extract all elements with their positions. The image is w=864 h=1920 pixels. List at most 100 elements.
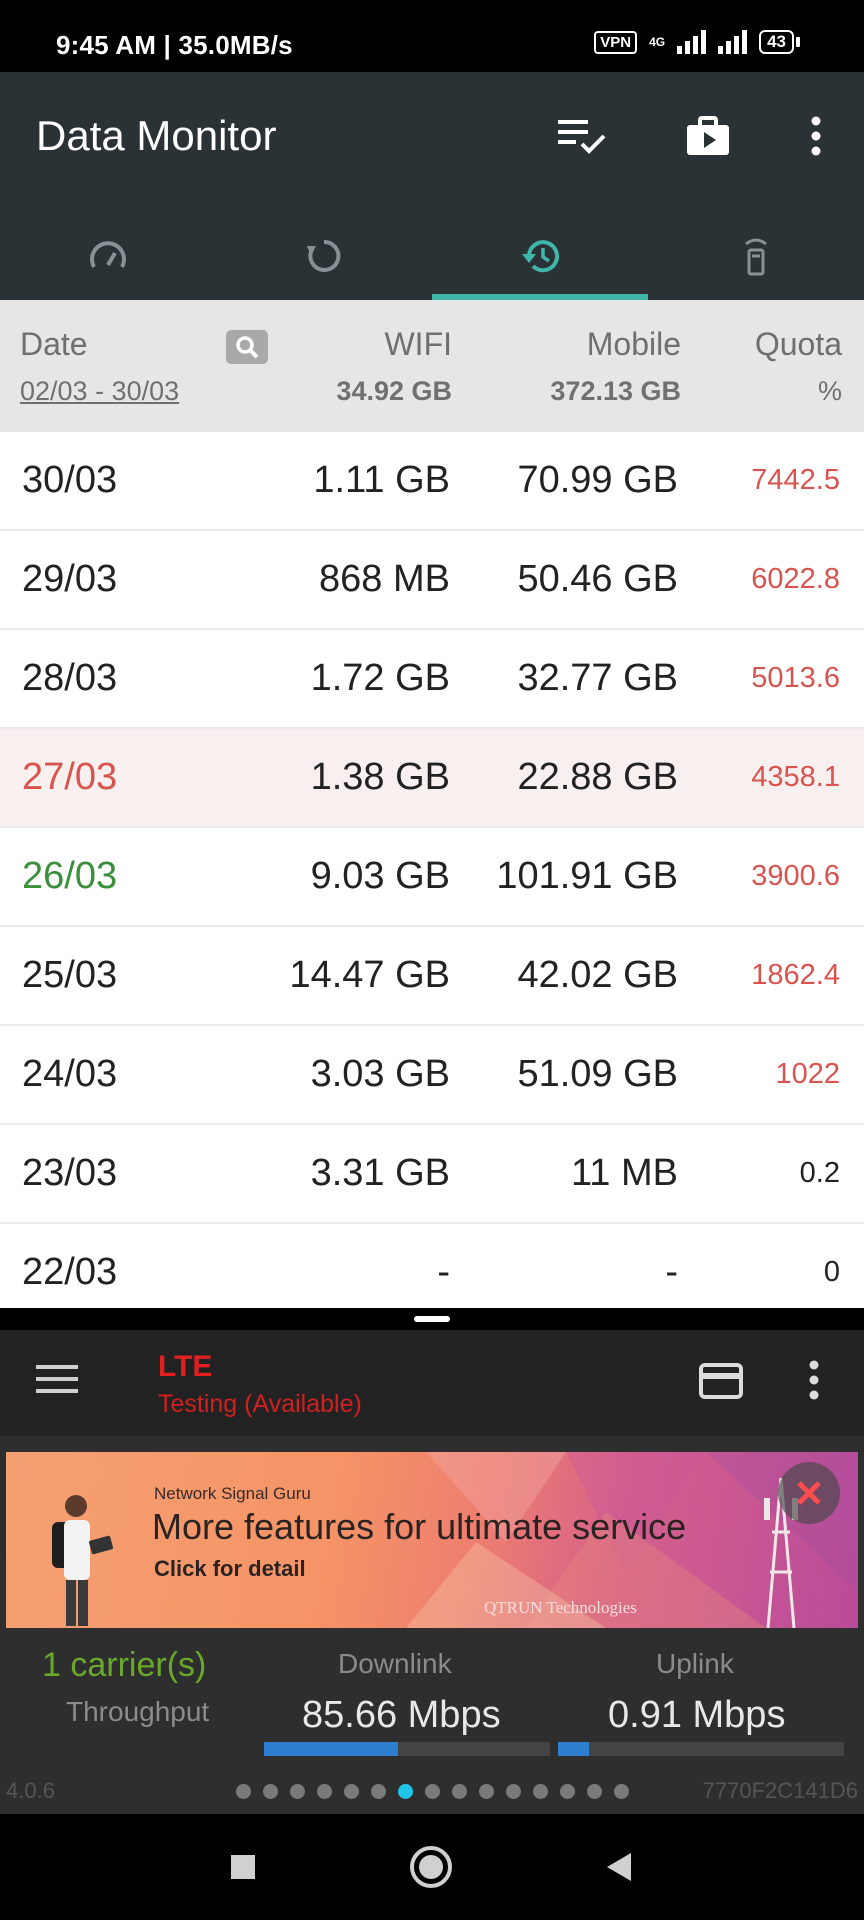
row-date: 27/03 bbox=[22, 756, 118, 798]
row-mobile: 11 MB bbox=[570, 1152, 678, 1194]
table-row[interactable]: 27/03 1.38 GB 22.88 GB 4358.1 bbox=[0, 729, 864, 828]
hamburger-menu-icon[interactable] bbox=[36, 1362, 80, 1401]
page-indicator[interactable] bbox=[236, 1784, 629, 1799]
date-range[interactable]: 02/03 - 30/03 bbox=[20, 376, 179, 407]
tab-history[interactable] bbox=[432, 212, 648, 300]
row-quota: 6022.8 bbox=[751, 563, 840, 595]
tab-refresh[interactable] bbox=[216, 212, 432, 300]
page-dot[interactable] bbox=[614, 1784, 629, 1799]
network-mode: LTE bbox=[158, 1350, 213, 1383]
signal-icon bbox=[677, 30, 707, 54]
table-row[interactable]: 22/03 - - 0 bbox=[0, 1224, 864, 1308]
throughput-label: Throughput bbox=[66, 1696, 210, 1727]
signal-app: LTE Testing (Available) Network Signal G… bbox=[0, 1330, 864, 1814]
signal-icon-2 bbox=[718, 30, 748, 54]
page-dot[interactable] bbox=[587, 1784, 602, 1799]
row-mobile: 51.09 GB bbox=[517, 1053, 678, 1095]
page-dot[interactable] bbox=[533, 1784, 548, 1799]
more-vert-icon[interactable] bbox=[788, 108, 844, 164]
table-row[interactable]: 25/03 14.47 GB 42.02 GB 1862.4 bbox=[0, 927, 864, 1026]
page-dot-active[interactable] bbox=[398, 1784, 413, 1799]
refresh-circle-icon bbox=[307, 239, 341, 272]
row-date: 22/03 bbox=[22, 1251, 118, 1293]
row-wifi: 9.03 GB bbox=[310, 855, 450, 897]
row-wifi: 1.72 GB bbox=[310, 657, 450, 699]
downlink-label: Downlink bbox=[338, 1648, 452, 1679]
row-quota: 1862.4 bbox=[751, 959, 840, 991]
row-quota: 5013.6 bbox=[751, 662, 840, 694]
downlink-value: 85.66 Mbps bbox=[302, 1694, 501, 1736]
row-date: 23/03 bbox=[22, 1152, 118, 1194]
page-dot[interactable] bbox=[371, 1784, 386, 1799]
header-wifi: WIFI bbox=[384, 326, 452, 362]
table-row[interactable]: 24/03 3.03 GB 51.09 GB 1022 bbox=[0, 1026, 864, 1125]
network-type: 4G bbox=[649, 35, 666, 49]
back-triangle-icon bbox=[607, 1853, 631, 1881]
test-status: Testing (Available) bbox=[158, 1390, 362, 1418]
recents-button[interactable] bbox=[218, 1842, 268, 1892]
table-row[interactable]: 26/03 9.03 GB 101.91 GB 3900.6 bbox=[0, 828, 864, 927]
home-button[interactable] bbox=[406, 1842, 456, 1892]
banner-headline: More features for ultimate service bbox=[152, 1506, 687, 1547]
row-quota: 0.2 bbox=[799, 1157, 840, 1189]
page-dot[interactable] bbox=[452, 1784, 467, 1799]
page-dot[interactable] bbox=[506, 1784, 521, 1799]
wifi-device-icon bbox=[745, 238, 767, 276]
banner-brand: QTRUN Technologies bbox=[484, 1598, 637, 1617]
row-date: 24/03 bbox=[22, 1053, 118, 1095]
signal-app-toolbar: LTE Testing (Available) bbox=[0, 1330, 864, 1436]
table-row[interactable]: 29/03 868 MB 50.46 GB 6022.8 bbox=[0, 531, 864, 630]
card-icon[interactable] bbox=[698, 1362, 744, 1405]
person-illustration bbox=[52, 1495, 113, 1626]
page-dot[interactable] bbox=[317, 1784, 332, 1799]
status-icons: VPN 4G 43 bbox=[594, 30, 800, 54]
row-wifi: 1.11 GB bbox=[313, 459, 450, 501]
page-dot[interactable] bbox=[290, 1784, 305, 1799]
uplink-value: 0.91 Mbps bbox=[608, 1694, 786, 1736]
row-date: 28/03 bbox=[22, 657, 118, 699]
page-dot[interactable] bbox=[479, 1784, 494, 1799]
row-mobile: - bbox=[665, 1251, 678, 1293]
split-handle[interactable] bbox=[414, 1316, 450, 1322]
tab-speed[interactable] bbox=[0, 212, 216, 300]
carrier-count: 1 carrier(s) bbox=[42, 1646, 207, 1684]
history-icon bbox=[522, 240, 559, 273]
page-dot[interactable] bbox=[425, 1784, 440, 1799]
app-title: Data Monitor bbox=[36, 112, 277, 159]
row-date: 29/03 bbox=[22, 558, 118, 600]
status-time-speed: 9:45 AM | 35.0MB/s bbox=[56, 30, 293, 60]
row-mobile: 22.88 GB bbox=[517, 756, 678, 798]
app-toolbar: Data Monitor bbox=[0, 72, 864, 300]
page-dot[interactable] bbox=[344, 1784, 359, 1799]
header-mobile: Mobile bbox=[586, 326, 681, 362]
table-row[interactable]: 23/03 3.31 GB 11 MB 0.2 bbox=[0, 1125, 864, 1224]
page-dot[interactable] bbox=[236, 1784, 251, 1799]
close-ad-button[interactable] bbox=[778, 1462, 840, 1524]
page-dot[interactable] bbox=[263, 1784, 278, 1799]
battery-icon: 43 bbox=[759, 30, 800, 54]
navigation-bar bbox=[0, 1814, 864, 1920]
briefcase-icon[interactable] bbox=[680, 108, 736, 164]
mobile-total: 372.13 GB bbox=[550, 376, 681, 406]
tab-device[interactable] bbox=[648, 212, 864, 300]
split-screen-divider[interactable] bbox=[0, 1308, 864, 1330]
page-dot[interactable] bbox=[560, 1784, 575, 1799]
more-vert-icon[interactable] bbox=[808, 1360, 820, 1405]
row-wifi: - bbox=[437, 1251, 450, 1293]
table-row[interactable]: 30/03 1.11 GB 70.99 GB 7442.5 bbox=[0, 432, 864, 531]
table-row[interactable]: 28/03 1.72 GB 32.77 GB 5013.6 bbox=[0, 630, 864, 729]
app-version: 4.0.6 bbox=[6, 1778, 55, 1803]
downlink-bar bbox=[264, 1742, 550, 1756]
row-wifi: 868 MB bbox=[319, 558, 450, 600]
row-wifi: 14.47 GB bbox=[289, 954, 450, 996]
row-date: 26/03 bbox=[22, 855, 118, 897]
home-circle-icon bbox=[410, 1846, 452, 1888]
wifi-total: 34.92 GB bbox=[336, 376, 452, 406]
row-date: 25/03 bbox=[22, 954, 118, 996]
checklist-icon[interactable] bbox=[554, 108, 610, 164]
row-wifi: 3.03 GB bbox=[310, 1053, 450, 1095]
search-button[interactable] bbox=[226, 330, 268, 364]
ad-banner[interactable]: Network Signal Guru More features for ul… bbox=[6, 1452, 858, 1628]
banner-cta[interactable]: Click for detail bbox=[154, 1556, 306, 1582]
back-button[interactable] bbox=[594, 1842, 644, 1892]
